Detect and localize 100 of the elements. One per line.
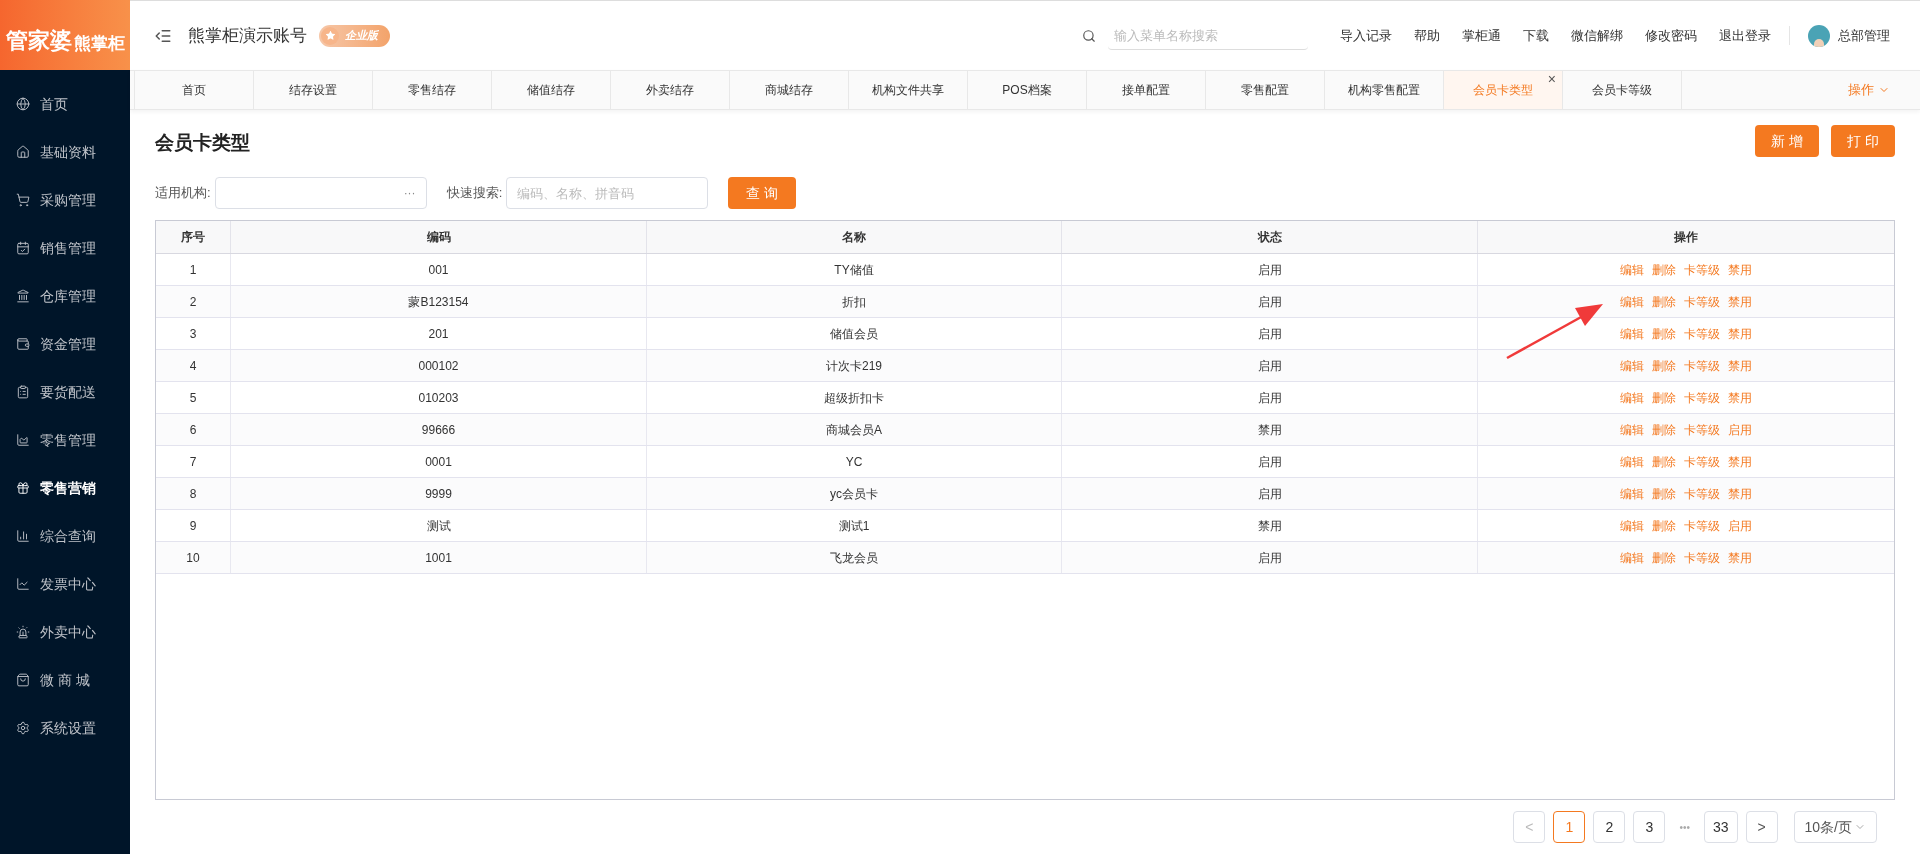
row-action-link[interactable]: 编辑 [1620,420,1644,439]
table-cell: 启用 [1062,382,1478,413]
menu-search-field[interactable]: 输入菜单名称搜索 [1108,21,1308,50]
star-icon [324,30,336,41]
header-link[interactable]: 掌柜通 [1462,25,1501,46]
row-action-link[interactable]: 卡等级 [1684,484,1720,503]
row-action-link[interactable]: 编辑 [1620,516,1644,535]
sidebar-item[interactable]: 采购管理 [0,176,130,224]
siren-icon [16,625,30,639]
row-action-link[interactable]: 卡等级 [1684,452,1720,471]
sidebar-item[interactable]: 首页 [0,80,130,128]
page-button[interactable]: 1 [1553,811,1586,843]
row-action-link[interactable]: 编辑 [1620,452,1644,471]
header-link[interactable]: 微信解绑 [1571,25,1623,46]
sidebar-item[interactable]: 系统设置 [0,704,130,752]
row-action-link[interactable]: 删除 [1652,452,1676,471]
sidebar-item[interactable]: 零售营销 [0,464,130,512]
row-action-link[interactable]: 卡等级 [1684,292,1720,311]
page-tab[interactable]: 会员卡类型 × [1444,71,1563,109]
header-link[interactable]: 修改密码 [1645,25,1697,46]
row-action-link[interactable]: 编辑 [1620,324,1644,343]
page-tab[interactable]: 储值结存 [492,71,611,109]
row-action-link[interactable]: 删除 [1652,260,1676,279]
user-name[interactable]: 总部管理 [1838,25,1890,46]
sidebar-item[interactable]: 发票中心 [0,560,130,608]
previous-page-button[interactable]: < [1513,811,1546,843]
toolbar-button[interactable]: 新 增 [1755,125,1820,157]
row-action-link[interactable]: 禁用 [1728,356,1752,375]
row-action-link[interactable]: 禁用 [1728,324,1752,343]
page-tab[interactable]: 机构文件共享 [849,71,968,109]
row-action-link[interactable]: 启用 [1728,420,1752,439]
row-action-link[interactable]: 编辑 [1620,260,1644,279]
row-action-link[interactable]: 删除 [1652,388,1676,407]
row-action-link[interactable]: 删除 [1652,548,1676,567]
column-header: 编码 [231,221,647,253]
next-page-button[interactable]: > [1745,811,1778,843]
quick-search-field[interactable]: 编码、名称、拼音码 [506,177,709,209]
page-tab[interactable]: 会员卡等级 [1563,71,1682,109]
sidebar-item[interactable]: 微 商 城 [0,656,130,704]
page-tab[interactable]: POS档案 [968,71,1087,109]
row-action-link[interactable]: 卡等级 [1684,516,1720,535]
table-cell: 5 [156,382,231,413]
row-action-link[interactable]: 禁用 [1728,292,1752,311]
row-action-link[interactable]: 编辑 [1620,484,1644,503]
row-action-link[interactable]: 卡等级 [1684,324,1720,343]
row-action-link[interactable]: 编辑 [1620,356,1644,375]
sidebar-item[interactable]: 外卖中心 [0,608,130,656]
header-link[interactable]: 下载 [1523,25,1549,46]
page-tab[interactable]: 零售配置 [1206,71,1325,109]
row-action-link[interactable]: 卡等级 [1684,548,1720,567]
table-cell: 10 [156,542,231,573]
row-action-link[interactable]: 卡等级 [1684,388,1720,407]
row-action-link[interactable]: 卡等级 [1684,356,1720,375]
row-action-link[interactable]: 禁用 [1728,260,1752,279]
sidebar-item[interactable]: 基础资料 [0,128,130,176]
row-action-link[interactable]: 删除 [1652,420,1676,439]
sidebar-item[interactable]: 销售管理 [0,224,130,272]
sidebar-item[interactable]: 综合查询 [0,512,130,560]
page-size-select[interactable]: 10条/页 [1793,811,1877,843]
row-action-link[interactable]: 编辑 [1620,292,1644,311]
column-header: 操作 [1673,229,1699,246]
page-button[interactable]: 33 [1703,811,1738,843]
sidebar-item[interactable]: 零售管理 [0,416,130,464]
row-action-link[interactable]: 删除 [1652,356,1676,375]
sidebar-item[interactable]: 仓库管理 [0,272,130,320]
page-tab[interactable]: 结存设置 [254,71,373,109]
query-button[interactable]: 查 询 [728,177,797,209]
row-action-link[interactable]: 删除 [1652,292,1676,311]
page-tab[interactable]: 零售结存 [373,71,492,109]
page-button[interactable]: 3 [1633,811,1666,843]
row-action-link[interactable]: 启用 [1728,516,1752,535]
account-name: 熊掌柜演示账号 [188,24,307,47]
row-action-link[interactable]: 删除 [1652,516,1676,535]
header-link[interactable]: 导入记录 [1340,25,1392,46]
logo-product: 熊掌柜 [73,35,125,52]
tab-close-button[interactable]: × [1547,72,1556,86]
page-tab[interactable]: 首页 [135,71,254,109]
header-link[interactable]: 帮助 [1414,25,1440,46]
org-picker[interactable]: ··· [214,177,427,209]
edition-badge: 企业版 [319,24,390,47]
page-button[interactable]: 2 [1593,811,1626,843]
sidebar-item[interactable]: 要货配送 [0,368,130,416]
toolbar-button[interactable]: 打 印 [1831,125,1895,157]
row-action-link[interactable]: 删除 [1652,324,1676,343]
page-tab[interactable]: 接单配置 [1087,71,1206,109]
row-action-link[interactable]: 禁用 [1728,548,1752,567]
row-action-link[interactable]: 删除 [1652,484,1676,503]
page-tab[interactable]: 商城结存 [730,71,849,109]
row-action-link[interactable]: 编辑 [1620,548,1644,567]
header-link[interactable]: 退出登录 [1719,25,1771,46]
table-cell: 超级折扣卡 [647,382,1062,413]
row-action-link[interactable]: 禁用 [1728,484,1752,503]
row-action-link[interactable]: 禁用 [1728,452,1752,471]
sidebar-item[interactable]: 资金管理 [0,320,130,368]
row-action-link[interactable]: 卡等级 [1684,260,1720,279]
row-action-link[interactable]: 编辑 [1620,388,1644,407]
row-action-link[interactable]: 卡等级 [1684,420,1720,439]
page-tab[interactable]: 外卖结存 [611,71,730,109]
tab-actions-menu[interactable]: 操作 [1848,71,1890,109]
row-action-link[interactable]: 禁用 [1728,388,1752,407]
